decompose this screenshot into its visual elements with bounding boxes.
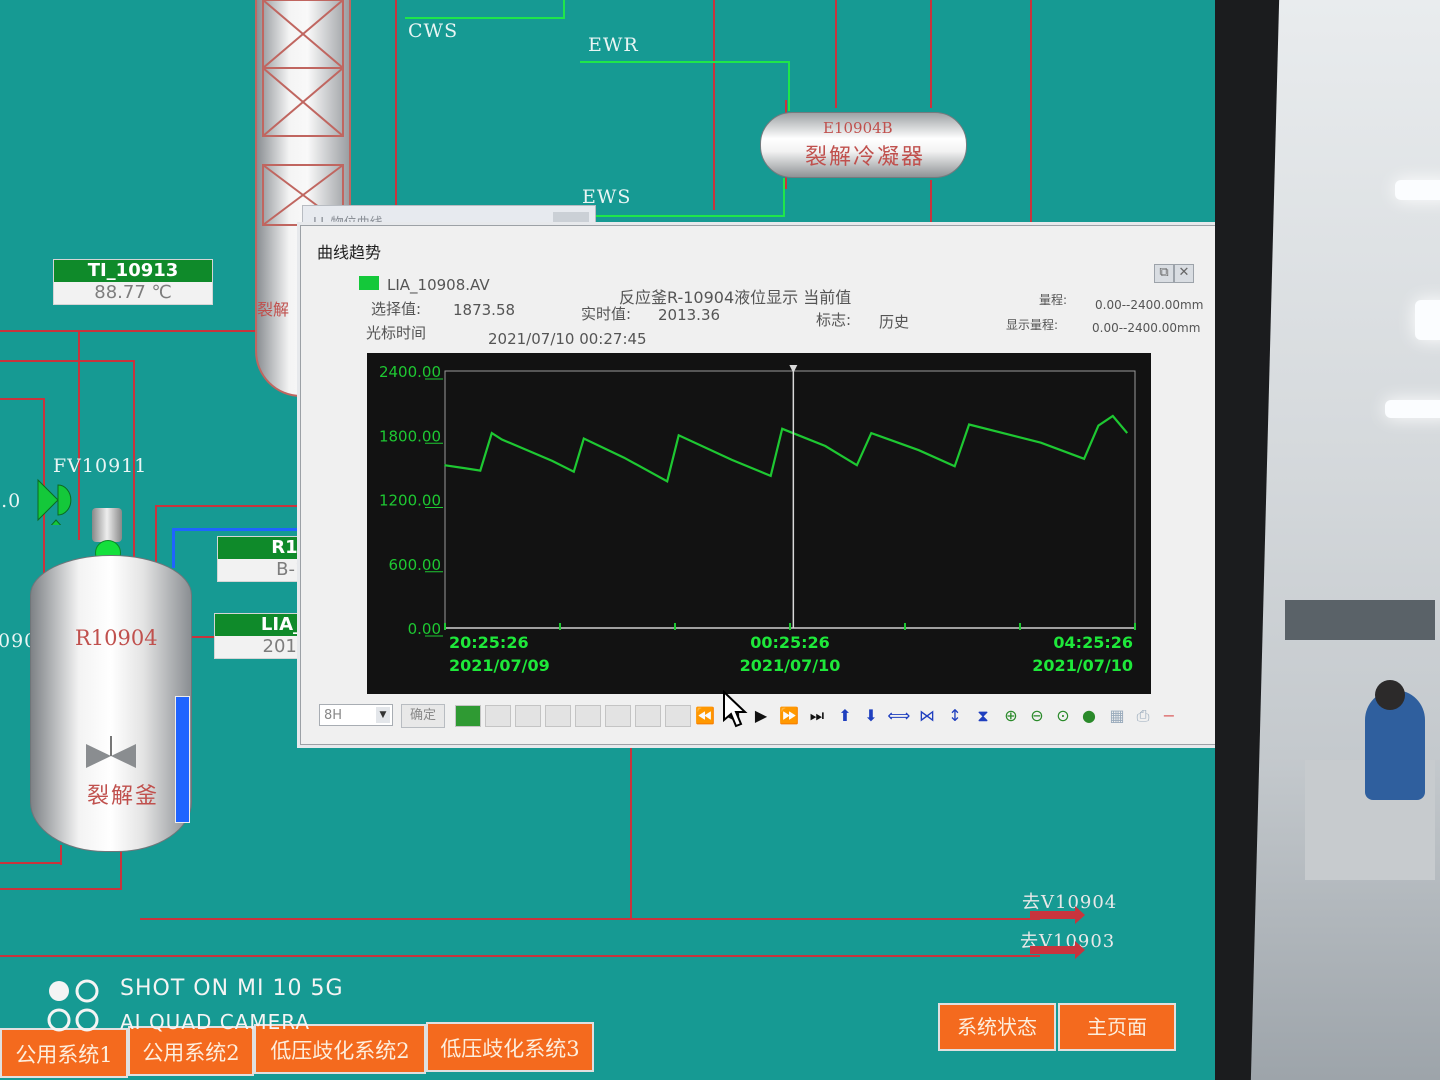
trend-description: 反应釜R-10904液位显示 当前值 (619, 288, 852, 307)
x-tick-time: 00:25:26 (750, 633, 830, 652)
home-page-button[interactable]: 主页面 (1058, 1003, 1176, 1051)
realtime-value: 2013.36 (658, 306, 721, 324)
expand-vertical-icon[interactable]: ↕ (943, 704, 967, 728)
flag-value: 历史 (879, 313, 910, 331)
color-swatch-5[interactable] (575, 705, 601, 727)
tag-name: TI_10913 (54, 260, 212, 282)
condenser-id: E10904B (823, 119, 893, 137)
valve-value: 0.0 (0, 490, 22, 512)
plot-frame (444, 370, 1136, 629)
select-value: 1873.58 (453, 301, 516, 319)
cws-label: CWS (408, 20, 459, 42)
flag-label: 标志: (816, 311, 852, 329)
legend-tag: LIA_10908.AV (387, 276, 490, 294)
color-swatch-6[interactable] (605, 705, 631, 727)
y-tick-label: 600.00 (389, 556, 442, 574)
cursor-time-value: 2021/07/10 00:27:45 (488, 330, 647, 348)
compress-horizontal-icon[interactable]: ⋈ (915, 704, 939, 728)
realtime-label: 实时值: (581, 305, 632, 323)
minus-icon[interactable]: − (1157, 704, 1181, 728)
play-icon[interactable]: ▶ (749, 704, 773, 728)
reactor-id: R10904 (75, 626, 158, 650)
watermark-line-2: AI QUAD CAMERA (120, 1010, 311, 1034)
y-tick-label: 1200.00 (379, 492, 441, 510)
zoom-in-icon[interactable]: ⊕ (999, 704, 1023, 728)
series-line-lia-10908 (444, 414, 1129, 483)
trend-toolbar: 8H ▼ 确定 ⏪ ◀ ▶ ⏩ ⏭ ⬆ ⬇ ⟺ ⋈ ↕ ⧗ ⊕ ⊖ ⊙ (319, 704, 1199, 730)
reactor-name: 裂解釜 (87, 784, 160, 809)
range-label: 量程: (1039, 293, 1068, 307)
fast-forward-icon[interactable]: ⏩ (777, 704, 801, 728)
series-color-swatch (359, 276, 379, 290)
close-icon[interactable]: ✕ (1174, 264, 1194, 283)
system-status-button[interactable]: 系统状态 (938, 1003, 1056, 1051)
x-tick-date: 2021/07/10 (740, 656, 841, 675)
trend-chart: 2400.00 1800.00 1200.00 600.00 0.00 20:25:26… (379, 363, 1136, 675)
x-tick-date: 2021/07/10 (1032, 656, 1133, 675)
cursor-time-label: 光标时间 (366, 324, 427, 342)
tag-ti-10913[interactable]: TI_10913 88.77 ℃ (53, 259, 213, 305)
y-tick-label: 0.00 (408, 620, 441, 638)
arrow-icons (1030, 906, 1085, 959)
x-tick-time: 20:25:26 (449, 633, 529, 652)
condenser-name: 裂解冷凝器 (805, 145, 926, 170)
timespan-select[interactable]: 8H ▼ (319, 704, 393, 726)
color-swatch-2[interactable] (485, 705, 511, 727)
column-label: 裂解 (257, 300, 290, 319)
control-valve-icon[interactable] (36, 475, 76, 541)
expand-horizontal-icon[interactable]: ⟺ (887, 704, 911, 728)
zoom-out-icon[interactable]: ⊖ (1025, 704, 1049, 728)
tag-value: 88.77 ℃ (94, 282, 172, 303)
tab-low-pressure-3[interactable]: 低压歧化系统3 (426, 1022, 594, 1072)
color-swatch-active[interactable] (455, 705, 481, 727)
restore-icon[interactable]: ⧉ (1154, 264, 1174, 283)
agitator-icon (86, 736, 136, 768)
valve-label: FV10911 (53, 455, 148, 477)
compress-vertical-icon[interactable]: ⧗ (971, 704, 995, 728)
condenser-vessel[interactable]: E10904B 裂解冷凝器 (760, 112, 967, 178)
x-tick-date: 2021/07/09 (449, 656, 550, 675)
time-cursor-handle (789, 365, 798, 373)
chevron-down-icon[interactable]: ▼ (376, 707, 390, 723)
rewind-icon[interactable]: ⏪ (693, 704, 717, 728)
arrow-down-icon[interactable]: ⬇ (859, 704, 883, 728)
camera-logo-icon (47, 979, 99, 1032)
print-icon[interactable]: ⎙ (1131, 704, 1155, 728)
color-swatch-8[interactable] (665, 705, 691, 727)
color-swatch-3[interactable] (515, 705, 541, 727)
scada-screen: CWS EWR EWS 裂解 E10904B 裂解冷凝器 TI_10913 88… (0, 0, 1215, 1080)
trend-window-title: 曲线趋势 (317, 243, 382, 262)
skip-end-icon[interactable]: ⏭ (805, 704, 829, 728)
color-swatch-7[interactable] (635, 705, 661, 727)
display-range-value: 0.00--2400.00mm (1092, 321, 1201, 335)
ewr-label: EWR (588, 34, 639, 56)
reactor-vessel[interactable]: R10904 裂解釜 (30, 555, 192, 852)
timespan-value: 8H (324, 708, 343, 723)
agitator-motor-icon (92, 508, 122, 542)
zoom-reset-icon[interactable]: ⊙ (1051, 704, 1075, 728)
color-swatch-4[interactable] (545, 705, 571, 727)
arrow-up-icon[interactable]: ⬆ (833, 704, 857, 728)
display-range-label: 显示量程: (1006, 318, 1059, 332)
y-tick-label: 2400.00 (379, 363, 441, 381)
trend-window[interactable]: 曲线趋势 ⧉ ✕ LIA_10908.AV 反应釜R-10904液位显示 当前值… (300, 225, 1215, 745)
range-value: 0.00--2400.00mm (1095, 298, 1204, 312)
trend-plot[interactable]: 2400.00 1800.00 1200.00 600.00 0.00 20:25:26… (367, 353, 1151, 694)
y-tick-label: 1800.00 (379, 427, 441, 445)
reactor-level-bar (175, 696, 190, 823)
mouse-pointer-icon (723, 690, 748, 728)
watermark-line-1: SHOT ON MI 10 5G (120, 976, 344, 1001)
select-label: 选择值: (371, 300, 422, 318)
confirm-button[interactable]: 确定 (401, 704, 445, 728)
zoom-fit-icon[interactable]: ● (1077, 704, 1101, 728)
x-tick-time: 04:25:26 (1053, 633, 1133, 652)
camera-watermark: SHOT ON MI 10 5G AI QUAD CAMERA (46, 976, 343, 1036)
export-icon[interactable]: ▦ (1105, 704, 1129, 728)
